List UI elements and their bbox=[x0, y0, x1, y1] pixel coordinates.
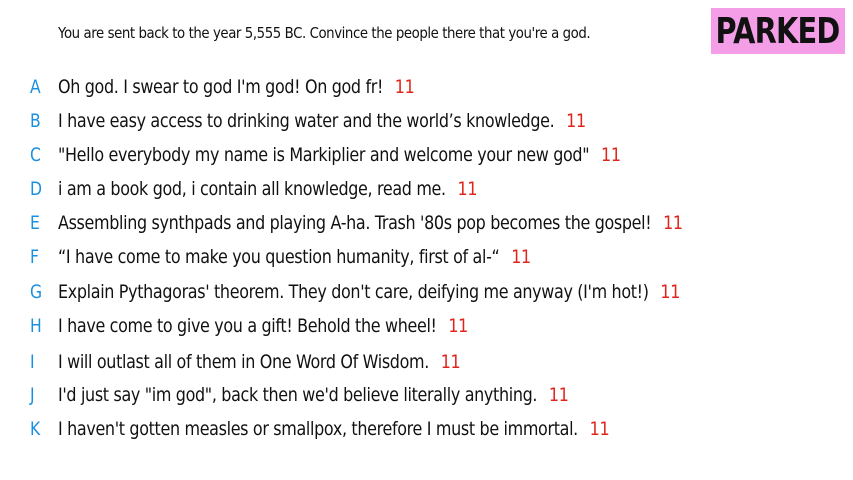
answer-letter: A bbox=[30, 76, 41, 98]
answer-line: I'd just say "im god", back then we'd be… bbox=[58, 384, 569, 406]
answer-item[interactable]: C "Hello everybody my name is Markiplier… bbox=[0, 141, 853, 169]
answer-text: "Hello everybody my name is Markiplier a… bbox=[58, 144, 590, 166]
answer-line: I will outlast all of them in One Word O… bbox=[58, 351, 461, 373]
answer-list: A Oh god. I swear to god I'm god! On god… bbox=[0, 0, 853, 480]
answer-line: Oh god. I swear to god I'm god! On god f… bbox=[58, 76, 415, 98]
vote-count: 11 bbox=[660, 281, 681, 303]
answer-letter: K bbox=[30, 418, 41, 440]
answer-text: Assembling synthpads and playing A-ha. T… bbox=[58, 212, 652, 234]
answer-line: I have come to give you a gift! Behold t… bbox=[58, 315, 468, 337]
answer-letter: I bbox=[30, 351, 35, 373]
answer-item[interactable]: D i am a book god, i contain all knowled… bbox=[0, 175, 853, 203]
answer-item[interactable]: I I will outlast all of them in One Word… bbox=[0, 348, 853, 376]
answer-letter: E bbox=[30, 212, 40, 234]
answer-line: “I have come to make you question humani… bbox=[58, 246, 531, 268]
answer-letter: H bbox=[30, 315, 42, 337]
vote-count: 11 bbox=[448, 315, 469, 337]
answer-text: I haven't gotten measles or smallpox, th… bbox=[58, 418, 578, 440]
answer-text: I will outlast all of them in One Word O… bbox=[58, 351, 429, 373]
answer-text: “I have come to make you question humani… bbox=[58, 246, 500, 268]
vote-count: 11 bbox=[457, 178, 478, 200]
answer-text: i am a book god, i contain all knowledge… bbox=[58, 178, 446, 200]
vote-count: 11 bbox=[394, 76, 415, 98]
answer-line: I have easy access to drinking water and… bbox=[58, 110, 586, 132]
answer-letter: C bbox=[30, 144, 41, 166]
answer-line: i am a book god, i contain all knowledge… bbox=[58, 178, 478, 200]
answer-item[interactable]: G Explain Pythagoras' theorem. They don'… bbox=[0, 278, 853, 306]
answer-text: I have come to give you a gift! Behold t… bbox=[58, 315, 437, 337]
vote-count: 11 bbox=[548, 384, 569, 406]
vote-count: 11 bbox=[440, 351, 461, 373]
answer-letter: G bbox=[30, 281, 43, 303]
answer-letter: F bbox=[30, 246, 39, 268]
answer-item[interactable]: B I have easy access to drinking water a… bbox=[0, 107, 853, 135]
answer-item[interactable]: J I'd just say "im god", back then we'd … bbox=[0, 381, 853, 409]
answer-item[interactable]: H I have come to give you a gift! Behold… bbox=[0, 312, 853, 340]
answer-item[interactable]: F “I have come to make you question huma… bbox=[0, 243, 853, 271]
answer-item[interactable]: E Assembling synthpads and playing A-ha.… bbox=[0, 209, 853, 237]
answer-text: Explain Pythagoras' theorem. They don't … bbox=[58, 281, 649, 303]
answer-letter: J bbox=[30, 384, 35, 406]
vote-count: 11 bbox=[566, 110, 586, 132]
answer-item[interactable]: A Oh god. I swear to god I'm god! On god… bbox=[0, 73, 853, 101]
answer-line: "Hello everybody my name is Markiplier a… bbox=[58, 144, 621, 166]
answer-text: I have easy access to drinking water and… bbox=[58, 110, 555, 132]
answer-text: I'd just say "im god", back then we'd be… bbox=[58, 384, 538, 406]
answer-letter: B bbox=[30, 110, 41, 132]
answer-line: Assembling synthpads and playing A-ha. T… bbox=[58, 212, 683, 234]
answer-line: I haven't gotten measles or smallpox, th… bbox=[58, 418, 610, 440]
answer-letter: D bbox=[30, 178, 43, 200]
vote-count: 11 bbox=[511, 246, 531, 268]
answer-line: Explain Pythagoras' theorem. They don't … bbox=[58, 281, 680, 303]
vote-count: 11 bbox=[663, 212, 683, 234]
answer-text: Oh god. I swear to god I'm god! On god f… bbox=[58, 76, 384, 98]
vote-count: 11 bbox=[601, 144, 621, 166]
vote-count: 11 bbox=[589, 418, 610, 440]
answer-item[interactable]: K I haven't gotten measles or smallpox, … bbox=[0, 415, 853, 443]
